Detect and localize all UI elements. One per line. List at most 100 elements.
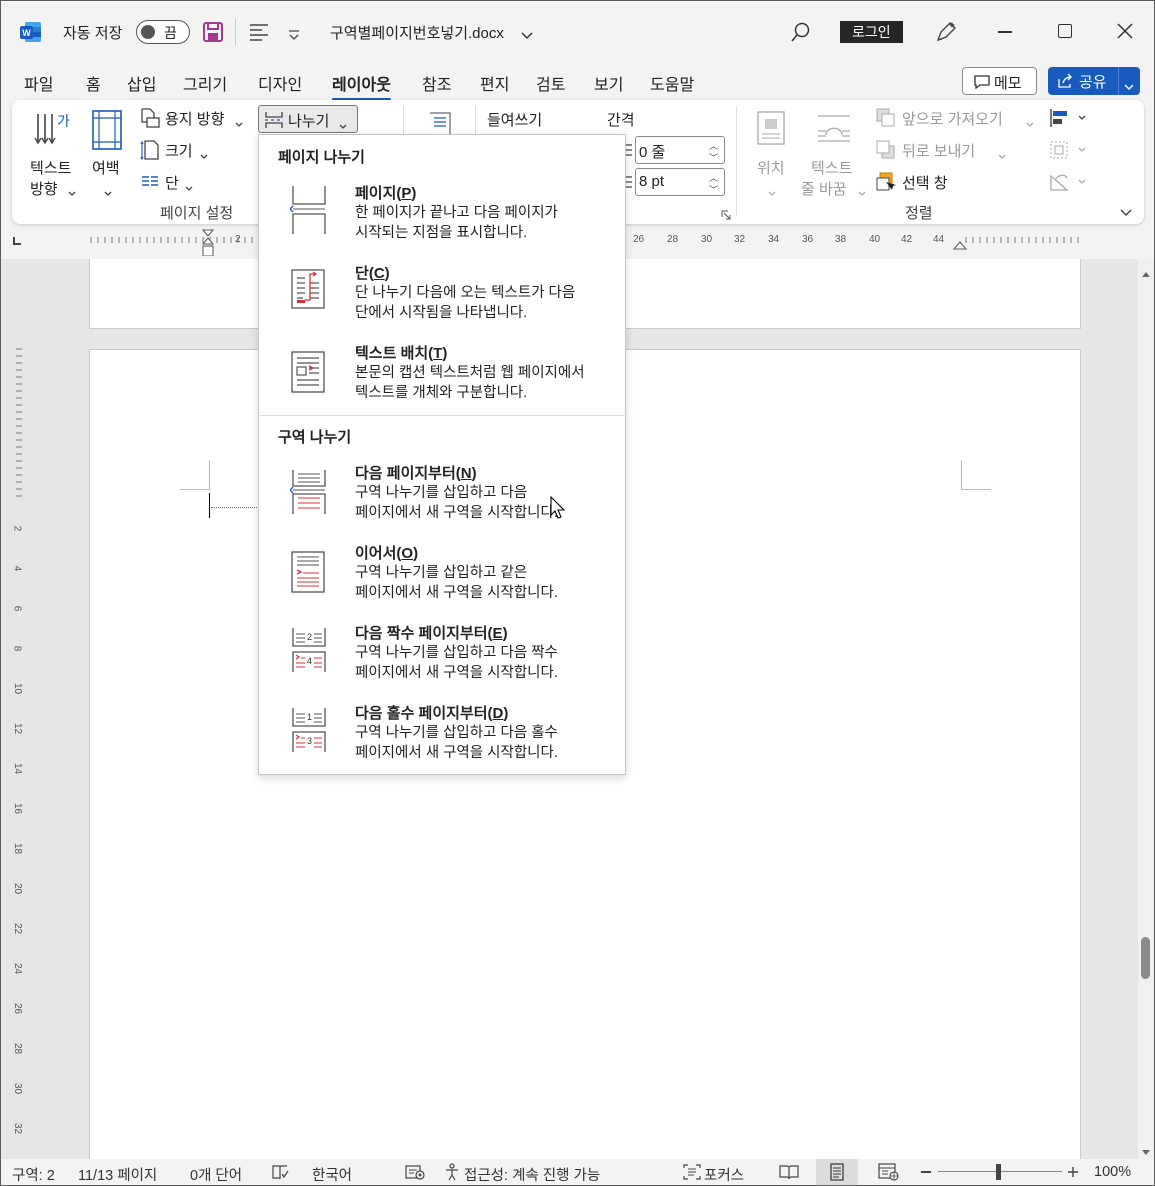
menu-item-title: 텍스트 배치(T) bbox=[355, 345, 448, 362]
align-objects-icon[interactable] bbox=[1049, 108, 1089, 128]
rotate-objects-icon[interactable] bbox=[1049, 172, 1089, 192]
search-icon[interactable] bbox=[790, 21, 812, 43]
autosave-toggle[interactable]: 끔 bbox=[136, 20, 190, 44]
focus-mode[interactable]: 포커스 bbox=[704, 1164, 744, 1185]
tab-insert[interactable]: 삽입 bbox=[127, 71, 156, 95]
columns-button[interactable]: 단 bbox=[138, 170, 218, 194]
margins-button[interactable]: 여백 bbox=[88, 108, 128, 196]
document-filename[interactable]: 구역별페이지번호넣기.docx bbox=[330, 22, 504, 43]
breaks-button[interactable]: 나누기 bbox=[258, 105, 358, 133]
ruler-label: 30 bbox=[701, 234, 713, 245]
menu-item-text-wrapping-break[interactable]: 텍스트 배치(T) 본문의 캡션 텍스트처럼 웹 페이지에서 텍스트를 개체와 … bbox=[260, 342, 626, 422]
ruler-label: 12 bbox=[12, 722, 24, 735]
maximize-icon[interactable] bbox=[1058, 24, 1072, 38]
menu-item-title-text: 페이지 bbox=[355, 185, 397, 202]
separator bbox=[235, 19, 236, 45]
proofing-book-icon[interactable] bbox=[271, 1164, 289, 1180]
page-count[interactable]: 11/13 페이지 bbox=[78, 1164, 157, 1185]
spin-down-icon[interactable]: ﹀ bbox=[709, 183, 718, 196]
accessibility-status[interactable]: 접근성: 계속 진행 가능 bbox=[464, 1164, 600, 1185]
size-icon bbox=[140, 140, 160, 161]
print-layout-icon[interactable] bbox=[816, 1159, 858, 1185]
svg-text:4: 4 bbox=[307, 656, 312, 666]
vertical-scrollbar[interactable] bbox=[1138, 259, 1154, 1159]
share-chevron-down-icon[interactable] bbox=[1124, 78, 1134, 91]
menu-item-accesskey: P bbox=[401, 185, 412, 202]
selection-pane-button[interactable]: 선택 창 bbox=[876, 170, 976, 194]
vertical-ruler[interactable]: 2 4 6 8 10 12 14 16 18 20 22 24 26 28 30… bbox=[10, 259, 28, 1159]
menu-item-odd-page[interactable]: 13 다음 홀수 페이지부터(D) 구역 나누기를 삽입하고 다음 홀수 페이지… bbox=[260, 702, 626, 782]
ruler-label: 36 bbox=[802, 234, 814, 245]
tab-file[interactable]: 파일 bbox=[24, 71, 53, 95]
section-indicator[interactable]: 구역: 2 bbox=[12, 1164, 55, 1185]
spacing-label: 간격 bbox=[607, 112, 635, 129]
zoom-level[interactable]: 100% bbox=[1094, 1164, 1131, 1180]
zoom-in-icon[interactable] bbox=[1067, 1166, 1079, 1178]
menu-item-page-break[interactable]: 페이지(P) 한 페이지가 끝나고 다음 페이지가 시작되는 지점을 표시합니다… bbox=[260, 182, 626, 262]
zoom-slider-thumb[interactable] bbox=[996, 1164, 1001, 1180]
filename-chevron-down-icon[interactable] bbox=[521, 27, 533, 40]
send-backward-button[interactable]: 뒤로 보내기 bbox=[876, 138, 1016, 162]
orientation-button[interactable]: 용지 방향 bbox=[138, 106, 248, 130]
share-button[interactable]: 공유 bbox=[1048, 67, 1140, 95]
tab-layout[interactable]: 레이아웃 bbox=[332, 71, 391, 101]
close-icon[interactable] bbox=[1117, 23, 1133, 39]
zoom-out-icon[interactable] bbox=[921, 1171, 931, 1173]
accessibility-icon[interactable] bbox=[444, 1163, 462, 1181]
tab-references[interactable]: 참조 bbox=[422, 71, 451, 95]
tab-selector-icon[interactable] bbox=[13, 237, 21, 245]
wrap-text-button[interactable]: 텍스트 줄 바꿈 bbox=[800, 108, 870, 198]
tab-draw[interactable]: 그리기 bbox=[183, 71, 227, 95]
text-direction-button[interactable]: 가 텍스트 방향 bbox=[28, 108, 76, 198]
ruler-label: 20 bbox=[12, 882, 24, 895]
macro-recording-icon[interactable] bbox=[405, 1164, 425, 1180]
spin-down-icon[interactable]: ﹀ bbox=[709, 151, 718, 164]
section-break-marker bbox=[211, 507, 261, 508]
align-left-icon[interactable] bbox=[249, 23, 269, 41]
menu-item-next-page[interactable]: 다음 페이지부터(N) 구역 나누기를 삽입하고 다음 페이지에서 새 구역을 … bbox=[260, 462, 626, 542]
bring-forward-icon bbox=[876, 108, 896, 128]
web-layout-icon[interactable] bbox=[878, 1163, 900, 1181]
tab-help[interactable]: 도움말 bbox=[650, 71, 694, 95]
menu-item-accesskey: T bbox=[433, 345, 443, 362]
tab-home[interactable]: 홈 bbox=[86, 71, 101, 95]
minimize-icon[interactable] bbox=[998, 31, 1012, 33]
even-page-section-icon: 24 bbox=[290, 626, 326, 674]
comments-button[interactable]: 메모 bbox=[962, 67, 1037, 95]
group-objects-icon[interactable] bbox=[1049, 140, 1089, 160]
menu-item-continuous[interactable]: 이어서(O) 구역 나누기를 삽입하고 같은 페이지에서 새 구역을 시작합니다… bbox=[260, 542, 626, 622]
collapse-ribbon-chevron-down-icon[interactable] bbox=[1120, 204, 1132, 217]
paragraph-dialog-launcher-icon[interactable] bbox=[721, 207, 731, 220]
tab-review[interactable]: 검토 bbox=[536, 71, 565, 95]
menu-item-column-break[interactable]: 단(C) 단 나누기 다음에 오는 텍스트가 다음 단에서 시작됨을 나타냅니다… bbox=[260, 262, 626, 342]
position-icon bbox=[757, 111, 785, 145]
text-wrapping-break-icon bbox=[290, 346, 326, 394]
position-label: 위치 bbox=[757, 160, 785, 177]
position-button[interactable]: 위치 bbox=[752, 108, 792, 196]
read-mode-icon[interactable] bbox=[779, 1164, 799, 1180]
tab-design[interactable]: 디자인 bbox=[258, 71, 302, 95]
group-page-setup-label: 페이지 설정 bbox=[160, 205, 234, 222]
menu-item-even-page[interactable]: 24 다음 짝수 페이지부터(E) 구역 나누기를 삽입하고 다음 짝수 페이지… bbox=[260, 622, 626, 702]
tab-mailings[interactable]: 편지 bbox=[480, 71, 509, 95]
scroll-down-arrow-icon[interactable] bbox=[1141, 1144, 1151, 1155]
selection-pane-icon bbox=[876, 172, 896, 192]
scroll-up-arrow-icon[interactable] bbox=[1141, 265, 1151, 277]
designer-pen-icon[interactable] bbox=[934, 20, 958, 44]
size-button[interactable]: 크기 bbox=[138, 138, 228, 162]
word-logo-icon: W bbox=[20, 21, 42, 43]
language-indicator[interactable]: 한국어 bbox=[312, 1164, 352, 1185]
breaks-dropdown-menu: 페이지 나누기 페이지(P) 한 페이지가 끝나고 다음 페이지가 시작되는 지… bbox=[258, 134, 626, 775]
bring-forward-button[interactable]: 앞으로 가져오기 bbox=[876, 106, 1038, 130]
spacing-before-input[interactable]: 0 줄 ︿ ﹀ bbox=[635, 136, 725, 164]
tab-view[interactable]: 보기 bbox=[594, 71, 623, 95]
menu-item-description: 구역 나누기를 삽입하고 다음 페이지에서 새 구역을 시작합니다. bbox=[355, 485, 558, 521]
word-count[interactable]: 0개 단어 bbox=[190, 1164, 242, 1185]
focus-icon[interactable] bbox=[683, 1164, 701, 1180]
customize-toolbar-chevron-icon[interactable] bbox=[288, 27, 300, 40]
login-button[interactable]: 로그인 bbox=[840, 21, 903, 43]
save-icon[interactable] bbox=[202, 21, 224, 43]
spacing-after-input[interactable]: 8 pt ︿ ﹀ bbox=[635, 168, 725, 196]
line-numbers-icon[interactable] bbox=[428, 112, 452, 134]
scroll-thumb[interactable] bbox=[1141, 937, 1150, 979]
